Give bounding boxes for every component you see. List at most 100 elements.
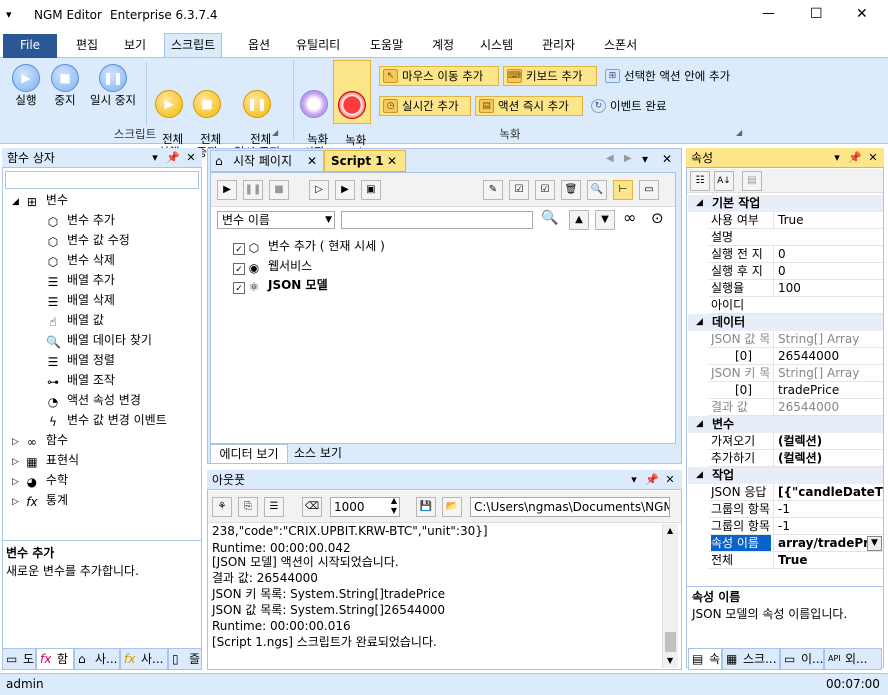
- left-tab-2[interactable]: ⌂ 사...: [74, 648, 120, 670]
- step-over-icon[interactable]: ▣: [361, 180, 381, 200]
- close-icon[interactable]: ✕: [663, 470, 677, 490]
- prop-row[interactable]: 설명: [709, 229, 883, 246]
- menu-options[interactable]: 옵션: [242, 36, 276, 56]
- right-tab-2[interactable]: ▭ 이...: [780, 648, 824, 670]
- tree-item-delete-array[interactable]: ☰ 배열 삭제: [46, 291, 115, 309]
- right-tab-0[interactable]: ▤ 속: [688, 648, 722, 670]
- check-icon[interactable]: ☑: [535, 180, 555, 200]
- tree-item-change-action-property[interactable]: ◔ 액션 속성 변경: [46, 391, 141, 409]
- tab-editor-view[interactable]: 에디터 보기: [210, 444, 288, 464]
- action-row[interactable]: ✓ ⬡ 변수 추가 ( 현재 시세 ): [233, 237, 385, 255]
- tree-item-edit-variable[interactable]: ⬡ 변수 값 수정: [46, 231, 130, 249]
- eraser-icon[interactable]: ⌫: [302, 497, 322, 517]
- prop-row[interactable]: [0] 26544000: [709, 348, 883, 365]
- tree-node-math[interactable]: ▷ ◕ 수학: [12, 471, 68, 489]
- check-all-icon[interactable]: ☑: [509, 180, 529, 200]
- category-work[interactable]: ◢ 작업: [688, 467, 883, 484]
- tree-node-variables[interactable]: ◢ ⊞ 변수: [12, 191, 68, 209]
- checkbox[interactable]: ✓: [233, 243, 245, 255]
- script-group-launcher-icon[interactable]: ◢: [272, 128, 278, 137]
- tree-item-sort-array[interactable]: ☰ 배열 정렬: [46, 351, 115, 369]
- category-variables[interactable]: ◢ 변수: [688, 416, 883, 433]
- add-realtime-button[interactable]: ◷ 실시간 추가: [379, 96, 471, 116]
- pause-all-button[interactable]: ❚❚ 전체 일시 중지: [228, 64, 286, 159]
- prop-row[interactable]: JSON 키 목 String[] Array: [709, 365, 883, 382]
- list-icon[interactable]: ☰: [264, 497, 284, 517]
- more-options-icon[interactable]: ⊙: [651, 209, 664, 227]
- step-into-icon[interactable]: ▶: [335, 180, 355, 200]
- chevron-down-icon[interactable]: ▼: [867, 536, 882, 551]
- pin-icon[interactable]: 📌: [645, 470, 659, 490]
- stop-all-button[interactable]: ■ 전체 중지: [190, 64, 224, 159]
- menu-icon[interactable]: ▾: [6, 8, 12, 21]
- clean-icon[interactable]: ⚘: [212, 497, 232, 517]
- tree-item-variable-change-event[interactable]: ϟ 변수 값 변경 이벤트: [46, 411, 167, 429]
- category-data[interactable]: ◢ 데이터: [688, 314, 883, 331]
- pin-icon[interactable]: 📌: [166, 148, 180, 168]
- collapse-icon[interactable]: ◢: [696, 195, 703, 212]
- prop-row[interactable]: 실행율 100: [709, 280, 883, 297]
- tree-item-manipulate-array[interactable]: ⊶ 배열 조작: [46, 371, 115, 389]
- record-group-launcher-icon[interactable]: ◢: [736, 128, 742, 137]
- scroll-up-icon[interactable]: ▲: [667, 526, 673, 535]
- move-up-icon[interactable]: ▲: [569, 210, 589, 230]
- prop-row[interactable]: 전체 True: [709, 552, 883, 569]
- close-icon[interactable]: ✕: [184, 148, 198, 168]
- infinity-icon[interactable]: ∞: [623, 208, 636, 227]
- page-refresh-icon[interactable]: ⎘: [238, 497, 258, 517]
- checkbox[interactable]: ✓: [233, 282, 245, 294]
- tree-node-statistics[interactable]: ▷ fx 통계: [12, 491, 68, 509]
- right-tab-3[interactable]: API 외...: [824, 648, 882, 670]
- prop-row[interactable]: 그룹의 항목 -1: [709, 518, 883, 535]
- left-tab-3[interactable]: fx 사...: [120, 648, 168, 670]
- tree-item-add-array[interactable]: ☰ 배열 추가: [46, 271, 115, 289]
- scroll-thumb[interactable]: [665, 632, 676, 652]
- menu-script[interactable]: 스크립트: [164, 33, 223, 57]
- collapse-icon[interactable]: ◢: [696, 314, 703, 331]
- find-icon[interactable]: 🔍: [541, 210, 558, 226]
- prop-row-selected[interactable]: 속성 이름 array/tradePric ▼: [709, 535, 883, 552]
- prop-row[interactable]: 그룹의 항목 -1: [709, 501, 883, 518]
- tree-node-functions[interactable]: ▷ ∞ 함수: [12, 431, 68, 449]
- tab-start-page[interactable]: ⌂ 시작 페이지 ✕: [210, 150, 324, 172]
- step-icon[interactable]: ▷: [309, 180, 329, 200]
- maximize-button[interactable]: ☐: [810, 6, 823, 22]
- output-path-field[interactable]: C:\Users\ngmas\Documents\NGM6\: [470, 497, 670, 517]
- menu-file[interactable]: File: [3, 34, 57, 58]
- pin-icon[interactable]: 📌: [848, 148, 862, 168]
- tab-list-icon[interactable]: ▾: [642, 152, 648, 166]
- tab-source-view[interactable]: 소스 보기: [288, 444, 348, 464]
- event-done-button[interactable]: ↻ 이벤트 완료: [587, 96, 681, 116]
- property-pages-icon[interactable]: ▤: [742, 171, 762, 191]
- scroll-down-icon[interactable]: ▼: [667, 656, 673, 665]
- menu-system[interactable]: 시스템: [474, 36, 519, 56]
- stop-icon[interactable]: ■: [269, 180, 289, 200]
- menu-sponsor[interactable]: 스폰서: [598, 36, 643, 56]
- edit-icon[interactable]: ✎: [483, 180, 503, 200]
- left-tab-4[interactable]: ▯ 즐: [168, 648, 202, 670]
- close-icon[interactable]: ✕: [866, 148, 880, 168]
- stop-button[interactable]: ■ 중지: [48, 64, 82, 107]
- tree-item-find-array-data[interactable]: 🔍 배열 데이타 찾기: [46, 331, 152, 349]
- category-basic[interactable]: ◢ 기본 작업: [688, 195, 883, 212]
- prop-row[interactable]: 가져오기 (컬렉션): [709, 433, 883, 450]
- pause-icon[interactable]: ❚❚: [243, 180, 263, 200]
- play-icon[interactable]: ▶: [217, 180, 237, 200]
- action-row[interactable]: ✓ ⚛ JSON 모델: [233, 276, 328, 294]
- dropdown-icon[interactable]: ▾: [627, 470, 641, 490]
- menu-view[interactable]: 보기: [118, 36, 152, 56]
- prop-row[interactable]: 아이디: [709, 297, 883, 314]
- tab-scroll-left-icon[interactable]: ◀: [606, 153, 614, 164]
- tree-item-delete-variable[interactable]: ⬡ 변수 삭제: [46, 251, 115, 269]
- prop-row[interactable]: 사용 여부 True: [709, 212, 883, 229]
- document-close-icon[interactable]: ✕: [662, 152, 672, 166]
- output-scrollbar[interactable]: ▲ ▼: [662, 524, 678, 668]
- menu-admin[interactable]: 관리자: [536, 36, 581, 56]
- delete-icon[interactable]: 🗑: [561, 180, 581, 200]
- filter-select[interactable]: 변수 이름 ▼: [217, 211, 335, 229]
- prop-row[interactable]: 결과 값 26544000: [709, 399, 883, 416]
- categorized-icon[interactable]: ☷: [690, 171, 710, 191]
- prop-row[interactable]: JSON 값 목 String[] Array: [709, 331, 883, 348]
- add-keyboard-button[interactable]: ⌨ 키보드 추가: [503, 66, 597, 86]
- checkbox[interactable]: ✓: [233, 263, 245, 275]
